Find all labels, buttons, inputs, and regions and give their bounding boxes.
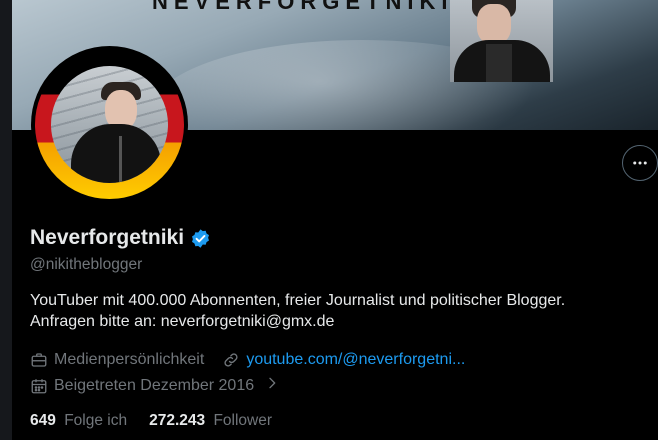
chevron-right-icon xyxy=(260,375,280,396)
profile-meta-row: Medienpersönlichkeit youtube.com/@neverf… xyxy=(30,351,483,369)
bio-line: Anfragen bitte an: neverforgetniki@gmx.d… xyxy=(30,313,335,330)
followers-stat[interactable]: 272.243 Follower xyxy=(149,412,272,430)
banner-photo xyxy=(450,0,553,82)
display-name: Neverforgetniki xyxy=(30,226,185,249)
calendar-icon xyxy=(31,378,47,393)
category-label: Medienpersönlichkeit xyxy=(54,351,205,368)
website-link[interactable]: youtube.com/@neverforgetni... xyxy=(246,351,465,369)
avatar[interactable] xyxy=(31,46,188,203)
following-stat[interactable]: 649 Folge ich xyxy=(30,412,127,430)
joined-date[interactable]: Beigetreten Dezember 2016 xyxy=(30,375,280,396)
left-edge-strip xyxy=(0,0,12,440)
joined-label: Beigetreten Dezember 2016 xyxy=(54,376,255,394)
profile-bio: YouTuber mit 400.000 Abonnenten, freier … xyxy=(30,290,640,332)
follow-stats: 649 Folge ich 272.243 Follower xyxy=(30,412,272,430)
profile-category: Medienpersönlichkeit xyxy=(30,351,204,369)
following-count: 649 xyxy=(30,412,56,429)
display-name-row: Neverforgetniki xyxy=(30,226,211,250)
more-options-button[interactable] xyxy=(622,145,658,181)
verified-badge-icon[interactable] xyxy=(190,228,211,249)
bio-line: YouTuber mit 400.000 Abonnenten, freier … xyxy=(30,292,566,309)
followers-label: Follower xyxy=(213,412,273,429)
avatar-photo xyxy=(51,66,168,183)
link-icon xyxy=(224,353,238,367)
more-dots-icon xyxy=(633,161,647,165)
banner-text: NEVERFORGETNIKI xyxy=(152,0,454,14)
briefcase-icon xyxy=(31,353,47,367)
profile-joined-row[interactable]: Beigetreten Dezember 2016 xyxy=(30,375,280,396)
user-handle: @nikitheblogger xyxy=(30,256,143,273)
profile-website[interactable]: youtube.com/@neverforgetni... xyxy=(222,351,465,369)
following-label: Folge ich xyxy=(64,412,128,429)
followers-count: 272.243 xyxy=(149,412,206,429)
